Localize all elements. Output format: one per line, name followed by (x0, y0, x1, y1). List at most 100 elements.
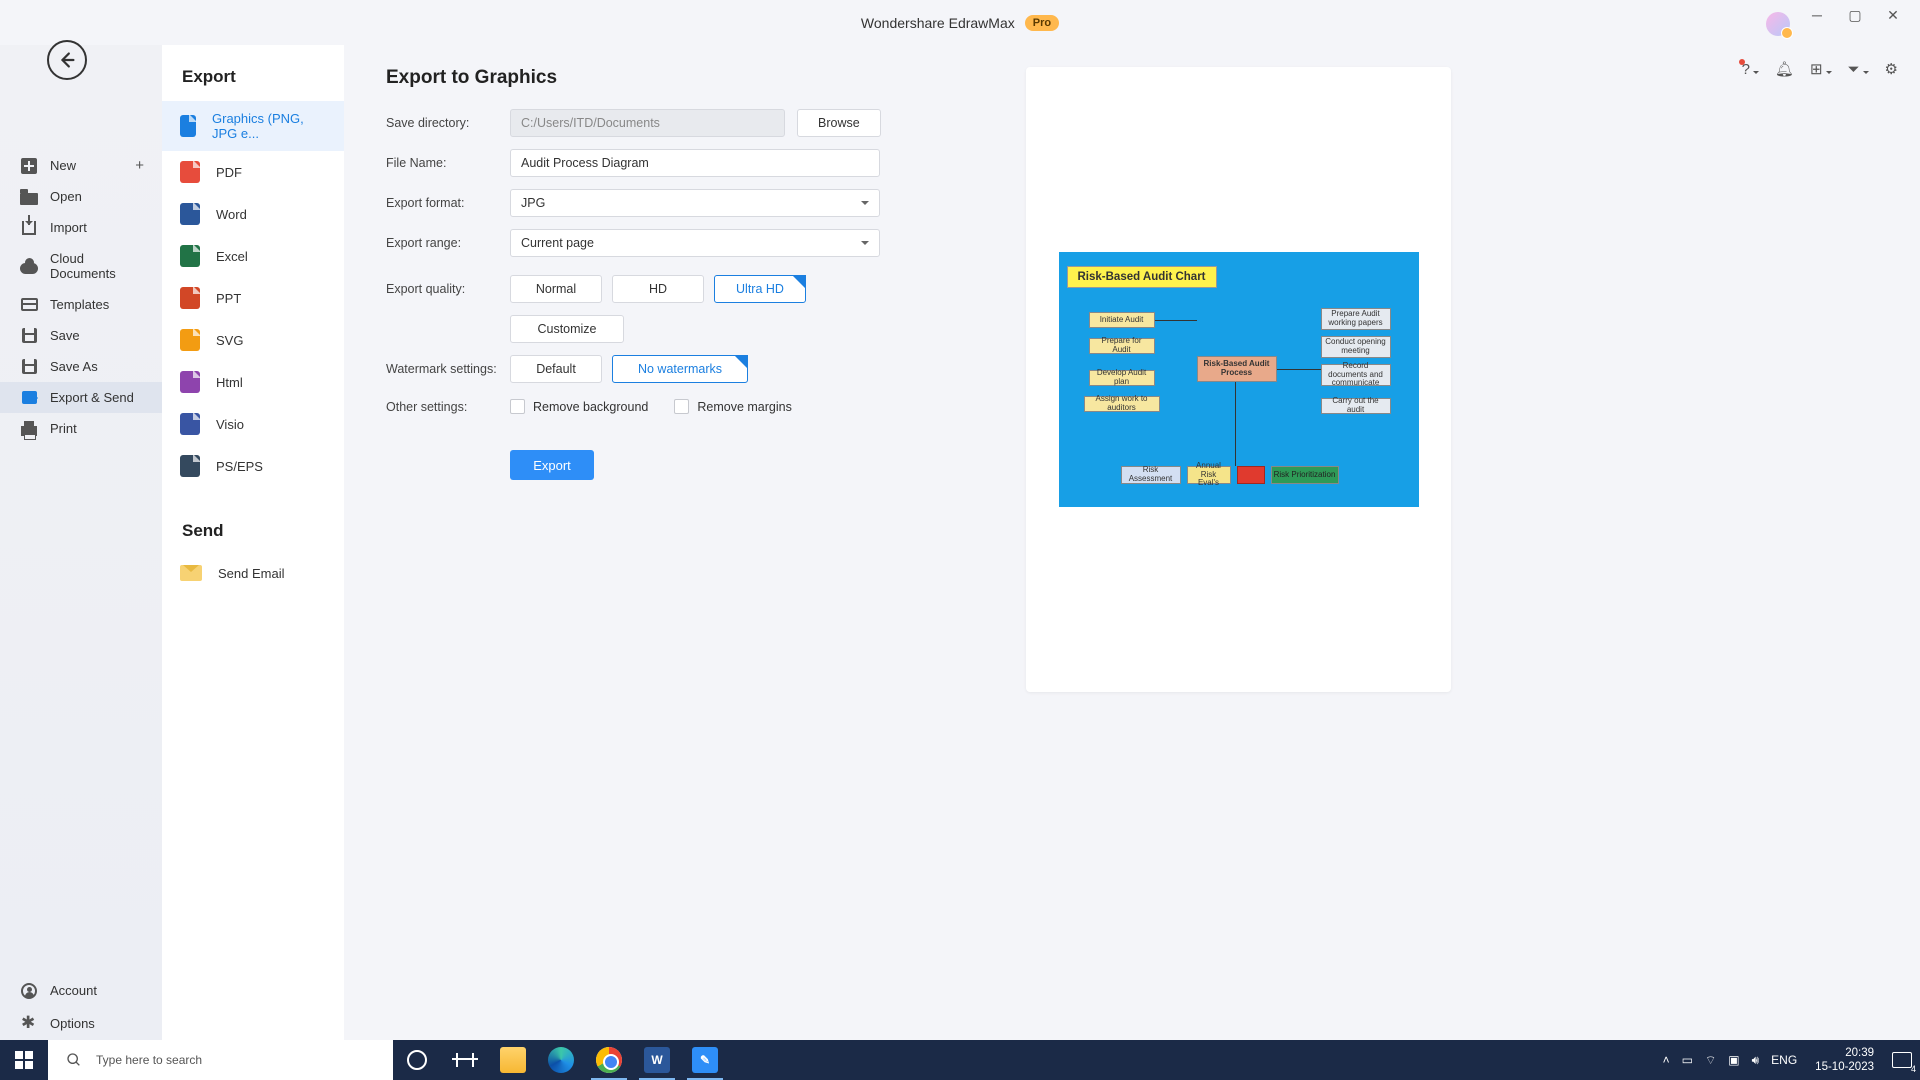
preview-node: Record documents and communicate (1321, 364, 1391, 386)
sidebar-item-options[interactable]: Options (0, 1007, 162, 1040)
apps-icon[interactable]: ⊞ (1810, 60, 1832, 78)
save-dir-input[interactable] (510, 109, 785, 137)
circle-icon (407, 1050, 427, 1070)
taskbar-edraw[interactable]: ✎ (681, 1040, 729, 1080)
file-icon (180, 371, 200, 393)
tray-language[interactable]: ENG (1771, 1053, 1797, 1067)
filename-input[interactable] (510, 149, 880, 177)
export-type-ps-eps[interactable]: PS/EPS (162, 445, 344, 487)
sidebar-item-templates[interactable]: Templates (0, 289, 162, 320)
preview-node: Conduct opening meeting (1321, 336, 1391, 358)
start-button[interactable] (0, 1040, 48, 1080)
preview-node: Risk Assessment (1121, 466, 1181, 484)
export-type-html[interactable]: Html (162, 361, 344, 403)
watermark-label: Watermark settings: (386, 362, 510, 376)
export-icon (22, 391, 37, 404)
chrome-icon (596, 1047, 622, 1073)
tray-battery-icon[interactable]: ▣ (1728, 1053, 1739, 1067)
send-email-item[interactable]: Send Email (162, 555, 344, 591)
sidebar-item-open[interactable]: Open (0, 181, 162, 212)
mail-icon (180, 565, 202, 581)
sidebar-item-label: Print (50, 421, 77, 436)
sidebar-item-cloud[interactable]: Cloud Documents (0, 243, 162, 289)
tray-chevron-icon[interactable]: ˄ (1663, 1053, 1670, 1067)
preview-node: Risk Prioritization (1271, 466, 1339, 484)
export-type-excel[interactable]: Excel (162, 235, 344, 277)
tray-wifi-icon[interactable]: ⌔ (1705, 1053, 1716, 1068)
sidebar-item-label: Export & Send (50, 390, 134, 405)
format-select[interactable]: JPG (510, 189, 880, 217)
app-title: Wondershare EdrawMax (861, 15, 1015, 31)
sidebar-item-account[interactable]: Account (0, 974, 162, 1007)
taskbar: Type here to search W ✎ ˄ ▭ ⌔ ▣ 🔊︎ ENG 2… (0, 1040, 1920, 1080)
quality-ultra-hd[interactable]: Ultra HD (714, 275, 806, 303)
search-icon (66, 1052, 82, 1068)
minimize-button[interactable]: ─ (1800, 0, 1834, 30)
export-type-word[interactable]: Word (162, 193, 344, 235)
tray-meet-icon[interactable]: ▭ (1682, 1053, 1693, 1067)
maximize-button[interactable]: ▢ (1838, 0, 1872, 30)
clock-time: 20:39 (1815, 1046, 1874, 1060)
taskbar-taskview[interactable] (441, 1040, 489, 1080)
file-icon (180, 203, 200, 225)
export-button[interactable]: Export (510, 450, 594, 480)
filter-icon[interactable]: ⏷ (1848, 61, 1869, 78)
help-icon[interactable]: ? (1742, 61, 1759, 78)
range-label: Export range: (386, 236, 510, 250)
sidebar-item-import[interactable]: Import (0, 212, 162, 243)
taskbar-search[interactable]: Type here to search (48, 1040, 393, 1080)
preview-node: Initiate Audit (1089, 312, 1155, 328)
gear-icon[interactable]: ⚙ (1885, 60, 1898, 78)
bell-icon[interactable]: 🔔︎ (1775, 60, 1794, 78)
options-icon (21, 1016, 37, 1032)
filename-label: File Name: (386, 156, 510, 170)
titlebar: Wondershare EdrawMax Pro ─ ▢ ✕ (0, 0, 1920, 45)
sidebar-item-export-send[interactable]: Export & Send (0, 382, 162, 413)
preview-node: Develop Audit plan (1089, 370, 1155, 386)
sidebar-item-label: Html (216, 375, 243, 390)
chevron-down-icon (861, 201, 869, 209)
new-icon (21, 158, 37, 174)
taskbar-explorer[interactable] (489, 1040, 537, 1080)
sidebar-item-print[interactable]: Print (0, 413, 162, 444)
sidebar-item-save[interactable]: Save (0, 320, 162, 351)
taskbar-chrome[interactable] (585, 1040, 633, 1080)
remove-bg-checkbox[interactable]: Remove background (510, 399, 648, 414)
watermark-no-watermarks[interactable]: No watermarks (612, 355, 748, 383)
preview-node: Assign work to auditors (1084, 396, 1160, 412)
watermark-default[interactable]: Default (510, 355, 602, 383)
quality-hd[interactable]: HD (612, 275, 704, 303)
sidebar-item-saveas[interactable]: Save As (0, 351, 162, 382)
format-value: JPG (521, 196, 545, 210)
quality-normal[interactable]: Normal (510, 275, 602, 303)
clock-date: 15-10-2023 (1815, 1060, 1874, 1074)
export-type-svg[interactable]: SVG (162, 319, 344, 361)
checkbox-icon (674, 399, 689, 414)
customize-button[interactable]: Customize (510, 315, 624, 343)
browse-button[interactable]: Browse (797, 109, 881, 137)
avatar[interactable] (1766, 12, 1790, 36)
taskbar-edge[interactable] (537, 1040, 585, 1080)
taskbar-cortana[interactable] (393, 1040, 441, 1080)
back-button[interactable] (47, 40, 87, 80)
checkbox-icon (510, 399, 525, 414)
action-center[interactable]: 4 (1884, 1040, 1920, 1080)
export-type-pdf[interactable]: PDF (162, 151, 344, 193)
sidebar-item-new[interactable]: New + (0, 150, 162, 181)
taskbar-word[interactable]: W (633, 1040, 681, 1080)
taskbar-clock[interactable]: 20:39 15-10-2023 (1805, 1046, 1884, 1075)
export-type-visio[interactable]: Visio (162, 403, 344, 445)
windows-icon (15, 1051, 33, 1069)
remove-margins-checkbox[interactable]: Remove margins (674, 399, 791, 414)
range-select[interactable]: Current page (510, 229, 880, 257)
close-button[interactable]: ✕ (1876, 0, 1910, 30)
sidebar-item-label: Open (50, 189, 82, 204)
file-icon (180, 115, 196, 137)
tray-volume-icon[interactable]: 🔊︎ (1752, 1053, 1760, 1068)
export-type-ppt[interactable]: PPT (162, 277, 344, 319)
edraw-icon: ✎ (692, 1047, 718, 1073)
account-icon (21, 983, 37, 999)
import-icon (22, 221, 36, 235)
plus-icon[interactable]: + (135, 157, 144, 174)
export-type-graphics-png-jpg-e-[interactable]: Graphics (PNG, JPG e... (162, 101, 344, 151)
